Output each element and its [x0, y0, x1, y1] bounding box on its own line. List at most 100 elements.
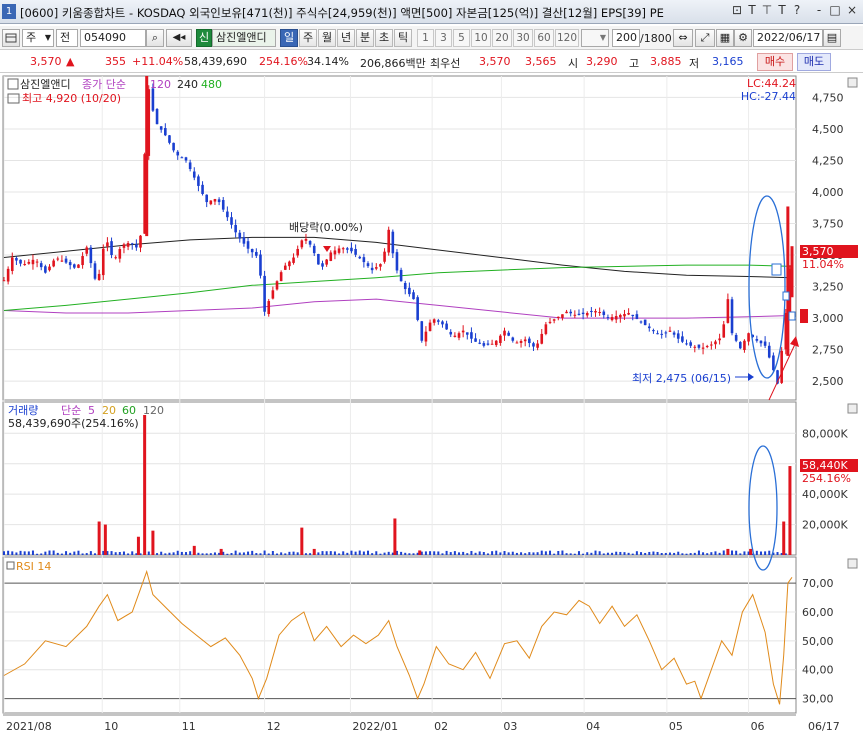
candle-body — [73, 264, 76, 268]
volume-bar — [358, 550, 361, 555]
bracket-marker-icon — [782, 291, 790, 301]
interval-3[interactable]: 3 — [435, 29, 452, 47]
scroll-icon[interactable]: ⇔ — [673, 29, 693, 47]
maximize-icon[interactable]: □ — [828, 3, 842, 17]
candle-body — [64, 258, 68, 263]
volume-bar — [532, 552, 535, 555]
candle-body — [122, 244, 126, 248]
candle-body — [668, 330, 672, 332]
interval-5[interactable]: 5 — [453, 29, 470, 47]
candle-body — [15, 257, 18, 261]
candle-body — [515, 342, 519, 344]
period-day[interactable]: 일 — [280, 29, 298, 47]
volume-bar — [569, 553, 572, 555]
calendar-icon[interactable]: ▤ — [823, 29, 841, 47]
interval-1[interactable]: 1 — [417, 29, 434, 47]
volume-bar — [486, 553, 489, 555]
chevron-down-icon: ▼ — [599, 33, 606, 42]
text-tool-icon[interactable]: T — [745, 3, 759, 17]
volume-bar — [408, 553, 411, 555]
volume-bar — [573, 553, 576, 555]
interval-20[interactable]: 20 — [492, 29, 512, 47]
speaker-icon[interactable]: ◀◂ — [166, 29, 192, 47]
layout-menu-icon[interactable] — [2, 29, 20, 47]
candle-body — [511, 337, 515, 341]
grid-icon[interactable]: ▦ — [716, 29, 734, 47]
volume-bar — [205, 553, 208, 555]
price-tag-value: 3,570 — [802, 245, 834, 258]
panel-close-icon[interactable] — [847, 558, 858, 569]
volume-bar — [619, 551, 622, 555]
volume-bar — [350, 550, 353, 555]
volume-bar — [114, 552, 117, 555]
pin-icon[interactable]: ⊤ — [760, 3, 774, 17]
candle-body — [672, 332, 676, 335]
volume-bar — [213, 552, 216, 555]
volume-bar — [739, 553, 742, 555]
volume-bar — [640, 552, 643, 555]
time-axis-label: 2022/01 — [352, 720, 398, 733]
candle-body — [552, 319, 556, 321]
period-minute[interactable]: 분 — [356, 29, 374, 47]
panel-close-icon[interactable] — [847, 403, 858, 414]
interval-120[interactable]: 120 — [555, 29, 579, 47]
volume-bar — [7, 550, 10, 555]
panel-close-icon[interactable] — [847, 77, 858, 88]
stock-name[interactable]: 삼진엘앤디 — [212, 29, 276, 47]
help-icon[interactable]: ? — [790, 3, 804, 17]
gear-icon[interactable]: ⚙ — [734, 29, 752, 47]
volume-bar — [561, 550, 564, 555]
volume-bar — [209, 553, 212, 555]
price-axis-tick-label: 3,000 — [812, 312, 844, 325]
candle-body — [614, 316, 618, 320]
volume-bar — [52, 550, 55, 555]
minimize-icon[interactable]: - — [812, 3, 826, 17]
candle-body — [449, 331, 453, 335]
interval-60[interactable]: 60 — [534, 29, 554, 47]
volume-bar — [418, 550, 422, 555]
link-icon[interactable]: ⊡ — [730, 3, 744, 17]
period-second[interactable]: 초 — [375, 29, 393, 47]
close-icon[interactable]: × — [845, 3, 859, 17]
period-month[interactable]: 월 — [318, 29, 336, 47]
volume-bar — [749, 548, 753, 555]
period-tick[interactable]: 틱 — [394, 29, 412, 47]
volume-bar — [445, 550, 448, 555]
interval-custom-select[interactable]: ▼ — [581, 29, 609, 47]
candle-body — [242, 237, 246, 244]
rsi-axis-tick-label: 60,00 — [802, 606, 834, 619]
candle-body — [271, 290, 275, 299]
candle-body — [52, 260, 55, 267]
volume-bar — [267, 553, 270, 555]
period-week[interactable]: 주 — [299, 29, 317, 47]
data-count-input[interactable]: 200 — [612, 29, 640, 47]
sell-button[interactable]: 매도 — [797, 53, 831, 71]
price-axis-tick-label: 4,750 — [812, 91, 844, 104]
buy-button[interactable]: 매수 — [757, 53, 793, 71]
type-select[interactable]: 전 — [56, 29, 78, 47]
interval-10[interactable]: 10 — [471, 29, 491, 47]
best-quote-label: 최우선 — [430, 57, 461, 70]
stock-chart[interactable]: 2,5002,7503,0003,2503,5003,7504,0004,250… — [0, 74, 863, 737]
candle-body — [581, 312, 585, 315]
volume-bar — [94, 553, 97, 555]
volume-bar — [234, 550, 237, 555]
draw-tool-icon[interactable]: ⤢ — [695, 29, 715, 47]
candle-body — [437, 320, 440, 322]
volume-axis-tick-label: 20,000K — [802, 519, 848, 532]
volume-bar — [466, 553, 469, 555]
bid-price: 3,565 — [525, 55, 557, 68]
volume-bar — [73, 551, 76, 555]
volume-bar — [557, 550, 560, 555]
stock-code-input[interactable]: 054090 — [80, 29, 146, 47]
volume-bar — [577, 551, 580, 555]
candle-body — [308, 241, 312, 245]
chart-area[interactable]: 2,5002,7503,0003,2503,5003,7504,0004,250… — [0, 74, 863, 737]
date-input[interactable]: 2022/06/17 — [753, 29, 823, 47]
font-icon[interactable]: T — [775, 3, 789, 17]
period-unit-select[interactable]: 주 ▼ — [22, 29, 54, 47]
price-panel-name: 삼진엘앤디 — [20, 78, 71, 91]
period-year[interactable]: 년 — [337, 29, 355, 47]
search-icon[interactable]: ⌕ — [146, 29, 164, 47]
interval-30[interactable]: 30 — [513, 29, 533, 47]
